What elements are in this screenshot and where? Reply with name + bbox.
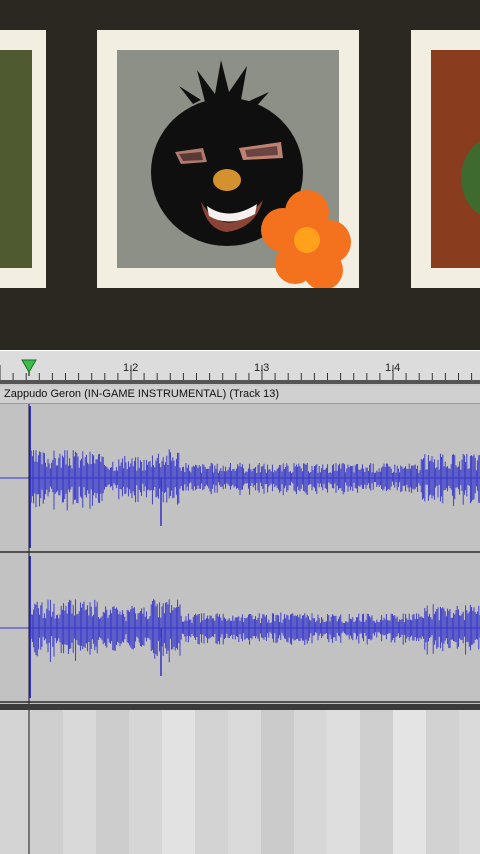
track-title-bar[interactable]: Zappudo Geron (IN-GAME INSTRUMENTAL) (Tr… bbox=[0, 386, 480, 404]
character-card-left-art bbox=[0, 50, 32, 268]
audio-editor: 1.2 1.3 1.4 Zappudo Geron (IN-GAME INSTR… bbox=[0, 350, 480, 854]
timeline-ruler[interactable]: 1.2 1.3 1.4 bbox=[0, 350, 480, 381]
empty-track-area[interactable] bbox=[0, 710, 480, 854]
ruler-tick-label: 1.4 bbox=[385, 362, 401, 374]
ruler-ticks bbox=[0, 365, 473, 381]
ruler-divider bbox=[0, 380, 480, 384]
ruler-tick-label: 1.3 bbox=[254, 362, 270, 374]
empty-track-background bbox=[0, 710, 480, 854]
character-portrait bbox=[151, 60, 351, 288]
character-card-left[interactable] bbox=[0, 30, 46, 288]
playhead-triangle-icon[interactable] bbox=[21, 358, 37, 376]
waveform-display[interactable] bbox=[0, 404, 480, 704]
character-card-right-figure bbox=[461, 141, 480, 215]
ruler-tick-label: 1.2 bbox=[123, 362, 139, 374]
character-gallery bbox=[0, 0, 480, 350]
character-card-selected[interactable] bbox=[97, 30, 359, 288]
character-card-right[interactable] bbox=[411, 30, 480, 288]
track-title: Zappudo Geron (IN-GAME INSTRUMENTAL) (Tr… bbox=[4, 388, 280, 400]
audio-track[interactable]: Zappudo Geron (IN-GAME INSTRUMENTAL) (Tr… bbox=[0, 386, 480, 704]
